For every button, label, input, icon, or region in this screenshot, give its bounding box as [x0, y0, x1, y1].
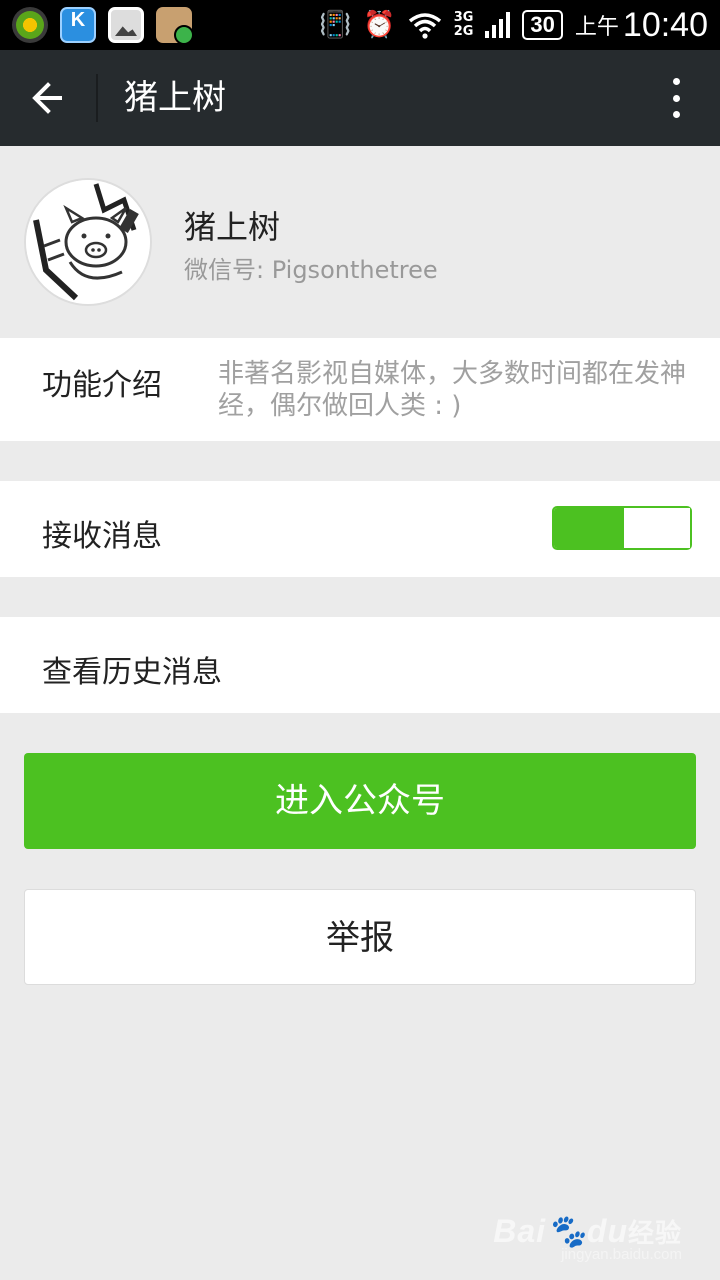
view-history-label: 查看历史消息 [42, 655, 222, 690]
receive-messages-toggle[interactable] [552, 506, 692, 550]
profile-header: 猪上树 微信号: Pigsonthetree [0, 146, 720, 338]
watermark-brand: Bai🐾du经验 [493, 1212, 682, 1250]
vibrate-icon: 📳 [318, 10, 352, 40]
account-name: 猪上树 [184, 208, 281, 246]
download-app-icon [156, 7, 194, 45]
intro-cell: 功能介绍 非著名影视自媒体，大多数时间都在发神经，偶尔做回人类 : ) [0, 338, 720, 441]
app-icon-1 [12, 7, 48, 43]
gallery-icon [108, 7, 144, 43]
wechat-id: 微信号: Pigsonthetree [184, 256, 438, 284]
signal-icon [485, 12, 511, 38]
title-divider [96, 74, 98, 122]
clock: 10:40 [622, 5, 708, 44]
enter-account-button[interactable]: 进入公众号 [24, 753, 696, 849]
status-bar: K 📳 ⏰ 3G 2G 30 上午 10:40 [0, 0, 720, 50]
baidu-jingyan-watermark: Bai🐾du经验 jingyan.baidu.com [493, 1212, 682, 1263]
toggle-on-fill [554, 508, 622, 548]
receive-messages-label: 接收消息 [42, 519, 162, 554]
toggle-thumb [622, 508, 690, 548]
watermark-brand-c: 经验 [627, 1219, 682, 1249]
k-letter: K [70, 9, 86, 31]
network-type: 3G 2G [454, 11, 474, 39]
watermark-brand-a: Bai [493, 1213, 547, 1249]
intro-text: 非著名影视自媒体，大多数时间都在发神经，偶尔做回人类 : ) [218, 359, 687, 421]
back-arrow-icon[interactable] [24, 74, 72, 122]
paw-icon: 🐾 [546, 1213, 587, 1249]
battery-icon: 30 [522, 10, 563, 40]
report-button[interactable]: 举报 [24, 889, 696, 985]
status-indicators: 📳 ⏰ 3G 2G 30 上午 10:40 [319, 0, 708, 50]
page-title: 猪上树 [124, 78, 226, 118]
k-music-icon: K [60, 7, 96, 43]
more-vertical-icon[interactable] [668, 78, 684, 118]
wifi-icon [408, 13, 441, 39]
receive-messages-cell: 接收消息 [0, 481, 720, 577]
view-history-cell[interactable]: 查看历史消息 [0, 617, 720, 713]
avatar[interactable] [24, 178, 152, 306]
title-bar: 猪上树 [0, 50, 720, 146]
watermark-brand-b: du [586, 1213, 628, 1249]
network-3g: 3G [453, 10, 474, 25]
intro-label: 功能介绍 [42, 368, 162, 403]
pig-avatar-image [26, 180, 150, 304]
time-prefix: 上午 [574, 15, 619, 40]
network-2g: 2G [453, 24, 474, 39]
alarm-icon: ⏰ [363, 10, 396, 40]
